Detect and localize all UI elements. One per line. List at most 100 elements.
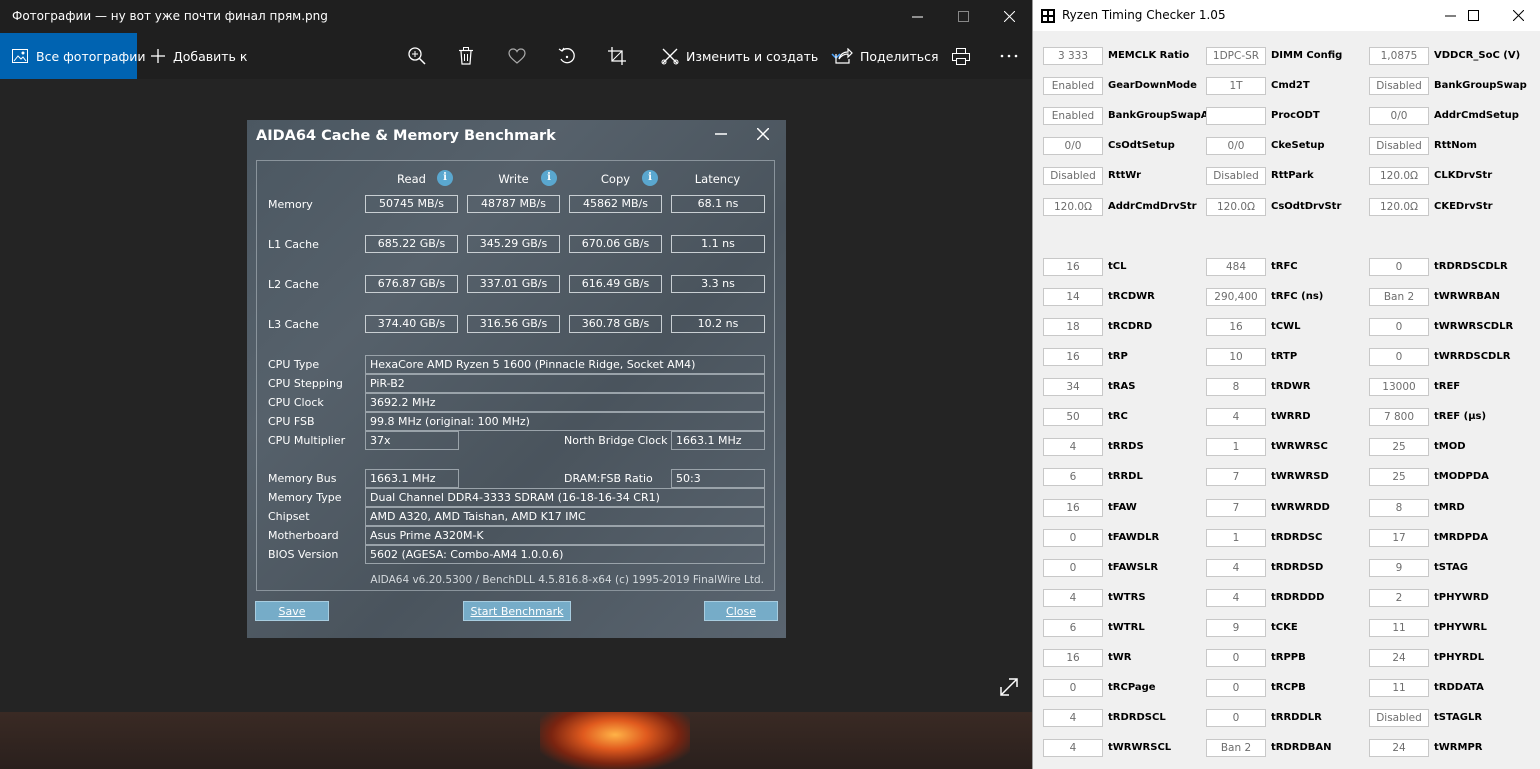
close-icon [1003, 11, 1015, 22]
cpu-fsb-value: 99.8 MHz (original: 100 MHz) [365, 412, 765, 431]
rtc-value-tstaglr: Disabled [1369, 709, 1429, 728]
rtc-label-rttnom: RttNom [1434, 140, 1477, 152]
rtc-value-tfawslr: 0 [1043, 558, 1103, 577]
rtc-label-tras: tRAS [1108, 381, 1136, 393]
cpu-fsb-label: CPU FSB [268, 415, 315, 428]
rtc-value-tmodpda: 25 [1369, 468, 1429, 487]
rtc-label-tphywrd: tPHYWRD [1434, 591, 1489, 603]
crop-button[interactable] [607, 33, 627, 79]
add-to-button[interactable]: Добавить к [148, 33, 247, 79]
rtc-label-twrwrban: tWRWRBAN [1434, 290, 1500, 302]
rtc-value-trdrdscdlr: 0 [1369, 257, 1429, 276]
rtc-value-trdrdscl: 4 [1043, 709, 1103, 728]
rotate-button[interactable] [557, 33, 577, 79]
memory-type-label: Memory Type [268, 491, 342, 504]
all-photos-button[interactable]: Все фотографии [0, 33, 145, 79]
rtc-value-tref-s-: 7 800 [1369, 408, 1429, 427]
rtc-label-tstaglr: tSTAGLR [1434, 712, 1483, 724]
rtc-value-twrwrscl: 4 [1043, 739, 1103, 758]
row-label-l1: L1 Cache [268, 238, 319, 251]
aida-minimize-icon [711, 126, 731, 146]
rtc-label-twr: tWR [1108, 652, 1132, 663]
rtc-value-tcl: 16 [1043, 257, 1103, 276]
close-icon [1512, 10, 1524, 21]
col-header-latency: Latency [694, 172, 741, 186]
row-label-l2: L2 Cache [268, 278, 319, 291]
rtc-label-trdwr: tRDWR [1271, 381, 1311, 393]
cpu-type-label: CPU Type [268, 358, 320, 371]
add-to-label: Добавить к [173, 48, 248, 64]
share-label: Поделиться [860, 48, 939, 64]
background-image-strip [0, 712, 1032, 769]
rtc-value-trcdwr: 14 [1043, 287, 1103, 306]
info-icon: i [642, 170, 658, 186]
ryzen-timing-checker-window: Ryzen Timing Checker 1.05 3 333 MEMCLK Ra… [1032, 0, 1540, 769]
memory-bus-label: Memory Bus [268, 472, 337, 485]
edit-create-button[interactable]: Изменить и создать [660, 33, 846, 79]
rtc-label-addrcmdsetup: AddrCmdSetup [1434, 110, 1519, 122]
row-label-l3: L3 Cache [268, 318, 319, 331]
rtc-label-tcl: tCL [1108, 260, 1127, 272]
maximize-button[interactable] [940, 0, 986, 33]
delete-button[interactable] [456, 33, 476, 79]
rtc-value-tstag: 9 [1369, 558, 1429, 577]
rtc-label-trrds: tRRDS [1108, 441, 1144, 453]
rtc-label-twrrd: tWRRD [1271, 411, 1311, 423]
l2-read: 676.87 GB/s [365, 275, 458, 293]
l2-write: 337.01 GB/s [467, 275, 560, 293]
rtc-value-bankgroupswapalt: Enabled [1043, 107, 1103, 126]
share-button[interactable]: Поделиться [834, 33, 939, 79]
print-button[interactable] [951, 33, 971, 79]
rtc-label-trdrdban: tRDRDBAN [1271, 742, 1332, 754]
favorite-button[interactable] [507, 33, 527, 79]
rtc-label-tmrd: tMRD [1434, 501, 1465, 513]
trash-icon [456, 46, 476, 66]
rtc-maximize-button[interactable] [1450, 0, 1496, 31]
zoom-button[interactable] [407, 33, 427, 79]
bios-value: 5602 (AGESA: Combo-AM4 1.0.0.6) [365, 545, 765, 564]
memory-bus-value: 1663.1 MHz [365, 469, 459, 488]
rtc-value-rttpark: Disabled [1206, 167, 1266, 186]
l2-copy: 616.49 GB/s [569, 275, 662, 293]
rtc-value-ckesetup: 0/0 [1206, 137, 1266, 156]
minimize-button[interactable] [894, 0, 940, 33]
rtc-label-trdrdsc: tRDRDSC [1271, 531, 1323, 543]
heart-icon [507, 46, 527, 66]
more-options-button[interactable] [999, 33, 1019, 79]
rtc-window-title: Ryzen Timing Checker 1.05 [1062, 8, 1226, 22]
rtc-label-addrcmddrvstr: AddrCmdDrvStr [1108, 200, 1197, 212]
aida-footer-credits: AIDA64 v6.20.5300 / BenchDLL 4.5.816.8-x… [370, 574, 764, 586]
cpu-stepping-label: CPU Stepping [268, 377, 343, 390]
aida-start-benchmark-button: Start Benchmark [463, 601, 571, 621]
dram-fsb-value: 50:3 [671, 469, 765, 488]
rtc-value-ckedrvstr: 120.0Ω [1369, 197, 1429, 216]
fullscreen-expand-icon[interactable] [998, 676, 1020, 698]
rtc-label-clkdrvstr: CLKDrvStr [1434, 170, 1493, 182]
rtc-value-twrwrscdlr: 0 [1369, 317, 1429, 336]
cpu-type-value: HexaCore AMD Ryzen 5 1600 (Pinnacle Ridg… [365, 355, 765, 374]
rtc-value-tras: 34 [1043, 378, 1103, 397]
info-icon: i [541, 170, 557, 186]
rtc-value-trppb: 0 [1206, 649, 1266, 667]
photos-title-bar: Фотографии — ну вот уже почти финал прям… [0, 0, 1032, 33]
rtc-label-ckedrvstr: CKEDrvStr [1434, 200, 1493, 212]
aida-close-icon [753, 125, 773, 145]
cpu-multiplier-value: 37x [365, 431, 459, 450]
minimize-icon [911, 16, 923, 18]
photos-app-window: Фотографии — ну вот уже почти финал прям… [0, 0, 1032, 769]
rtc-value-trfc: 484 [1206, 257, 1266, 276]
rtc-label-geardownmode: GearDownMode [1108, 80, 1197, 92]
crop-icon [607, 46, 627, 66]
l1-latency: 1.1 ns [671, 235, 765, 253]
rtc-label-twrwrsd: tWRWRSD [1271, 471, 1329, 483]
rtc-value-trcdrd: 18 [1043, 317, 1103, 336]
rtc-value-trdwr: 8 [1206, 378, 1266, 397]
photos-window-title: Фотографии — ну вот уже почти финал прям… [12, 9, 328, 23]
close-button[interactable] [986, 0, 1032, 33]
photos-icon [12, 46, 28, 66]
rtc-close-button[interactable] [1495, 0, 1540, 31]
rtc-label-trcpb: tRCPB [1271, 682, 1306, 694]
rtc-value-tfawdlr: 0 [1043, 528, 1103, 547]
rtc-title-bar: Ryzen Timing Checker 1.05 [1033, 0, 1540, 31]
rtc-value-tmrdpda: 17 [1369, 528, 1429, 547]
